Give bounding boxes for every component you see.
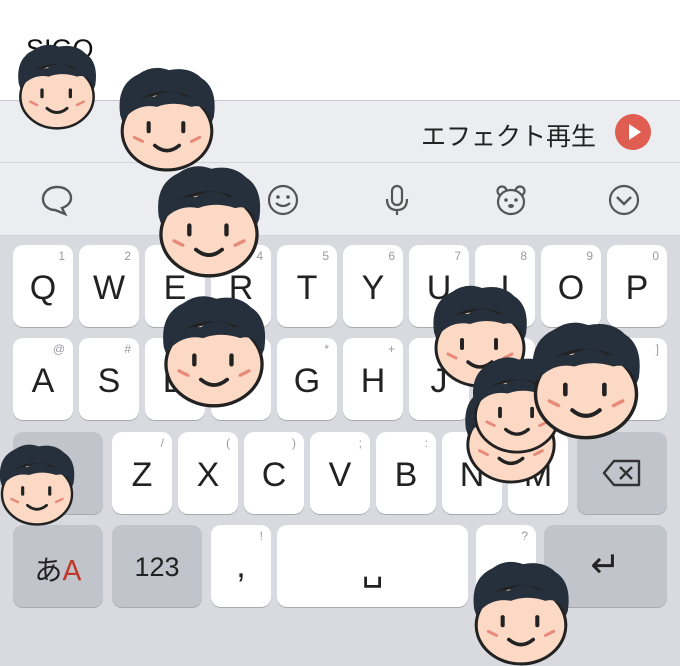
key-label: , (236, 547, 246, 585)
key-label: G (293, 362, 321, 400)
key-hint: ! (259, 529, 263, 543)
microphone-icon[interactable] (380, 183, 414, 217)
bear-icon[interactable] (494, 183, 528, 217)
key-b[interactable]: :B (376, 432, 436, 514)
sticker-face (16, 43, 98, 131)
key-hint: 8 (520, 249, 527, 263)
key-label: Y (361, 269, 385, 307)
comma-key[interactable]: !, (211, 525, 271, 607)
key-s[interactable]: # S (79, 338, 139, 420)
smiley-icon[interactable] (266, 183, 300, 217)
key-label: C (261, 456, 287, 494)
keyboard-toolbar (0, 163, 680, 236)
key-v[interactable]: ; V (310, 432, 370, 514)
key-label: Q (29, 269, 57, 307)
key-q[interactable]: 1Q (13, 245, 73, 327)
numbers-key[interactable]: 123 (112, 525, 202, 607)
key-a[interactable]: @ A (13, 338, 73, 420)
sticker-face (150, 160, 268, 278)
key-hint: + (387, 342, 395, 356)
backspace-icon (602, 459, 641, 487)
key-p[interactable]: 0P (607, 245, 667, 327)
key-hint: 6 (388, 249, 395, 263)
chevron-down-circle-icon[interactable] (607, 183, 641, 217)
language-switch-label: あA (13, 549, 103, 589)
key-label: Z (131, 456, 153, 494)
key-label: V (328, 456, 352, 494)
lang-hiragana: あ (34, 554, 63, 587)
key-label: P (625, 269, 649, 307)
key-hint: 5 (322, 249, 329, 263)
key-hint: ; (358, 436, 362, 450)
lang-accent: A (62, 554, 82, 587)
language-switch-key[interactable]: あA (13, 525, 103, 607)
key-label: O (557, 269, 585, 307)
sticker-face (0, 442, 76, 527)
space-key[interactable]: ␣ (277, 525, 468, 607)
key-hint: ) (292, 436, 296, 450)
key-label: B (394, 456, 418, 494)
key-w[interactable]: 2W (79, 245, 139, 327)
key-hint: ] (655, 342, 659, 356)
key-h[interactable]: + H (343, 338, 403, 420)
backspace-key[interactable] (577, 432, 667, 514)
sticker-face (524, 316, 648, 440)
key-label: W (92, 269, 126, 307)
key-label: T (296, 269, 318, 307)
space-icon: ␣ (361, 549, 384, 589)
key-hint: * (324, 342, 329, 356)
key-o[interactable]: 9O (541, 245, 601, 327)
key-hint: 7 (454, 249, 461, 263)
key-t[interactable]: 5T (277, 245, 337, 327)
effect-play-label[interactable]: エフェクト再生 (421, 117, 596, 153)
key-x[interactable]: (X (178, 432, 238, 514)
sticker-face (112, 62, 222, 172)
key-y[interactable]: 6Y (343, 245, 403, 327)
key-g[interactable]: * G (277, 338, 337, 420)
key-label: X (196, 456, 220, 494)
key-hint: 2 (124, 249, 131, 263)
numbers-key-label: 123 (134, 552, 180, 582)
key-hint: ( (226, 436, 230, 450)
key-hint: ? (521, 529, 528, 543)
key-label: H (360, 362, 386, 400)
key-hint: 0 (652, 249, 659, 263)
key-hint: / (160, 436, 164, 450)
key-label: S (97, 362, 121, 400)
key-z[interactable]: / Z (112, 432, 172, 514)
chat-bubble-icon[interactable] (40, 183, 74, 217)
effect-bar: エフェクト再生 (0, 101, 680, 163)
key-hint: : (424, 436, 428, 450)
key-hint: 9 (586, 249, 593, 263)
key-hint: @ (52, 342, 65, 356)
play-icon[interactable] (615, 114, 651, 150)
key-c[interactable]: ) C (244, 432, 304, 514)
key-label: A (31, 362, 55, 400)
sticker-face (466, 556, 576, 666)
text-input-area[interactable]: SIGO (0, 0, 680, 101)
sticker-face (155, 290, 273, 408)
key-hint: # (124, 342, 131, 356)
key-hint: 1 (58, 249, 65, 263)
